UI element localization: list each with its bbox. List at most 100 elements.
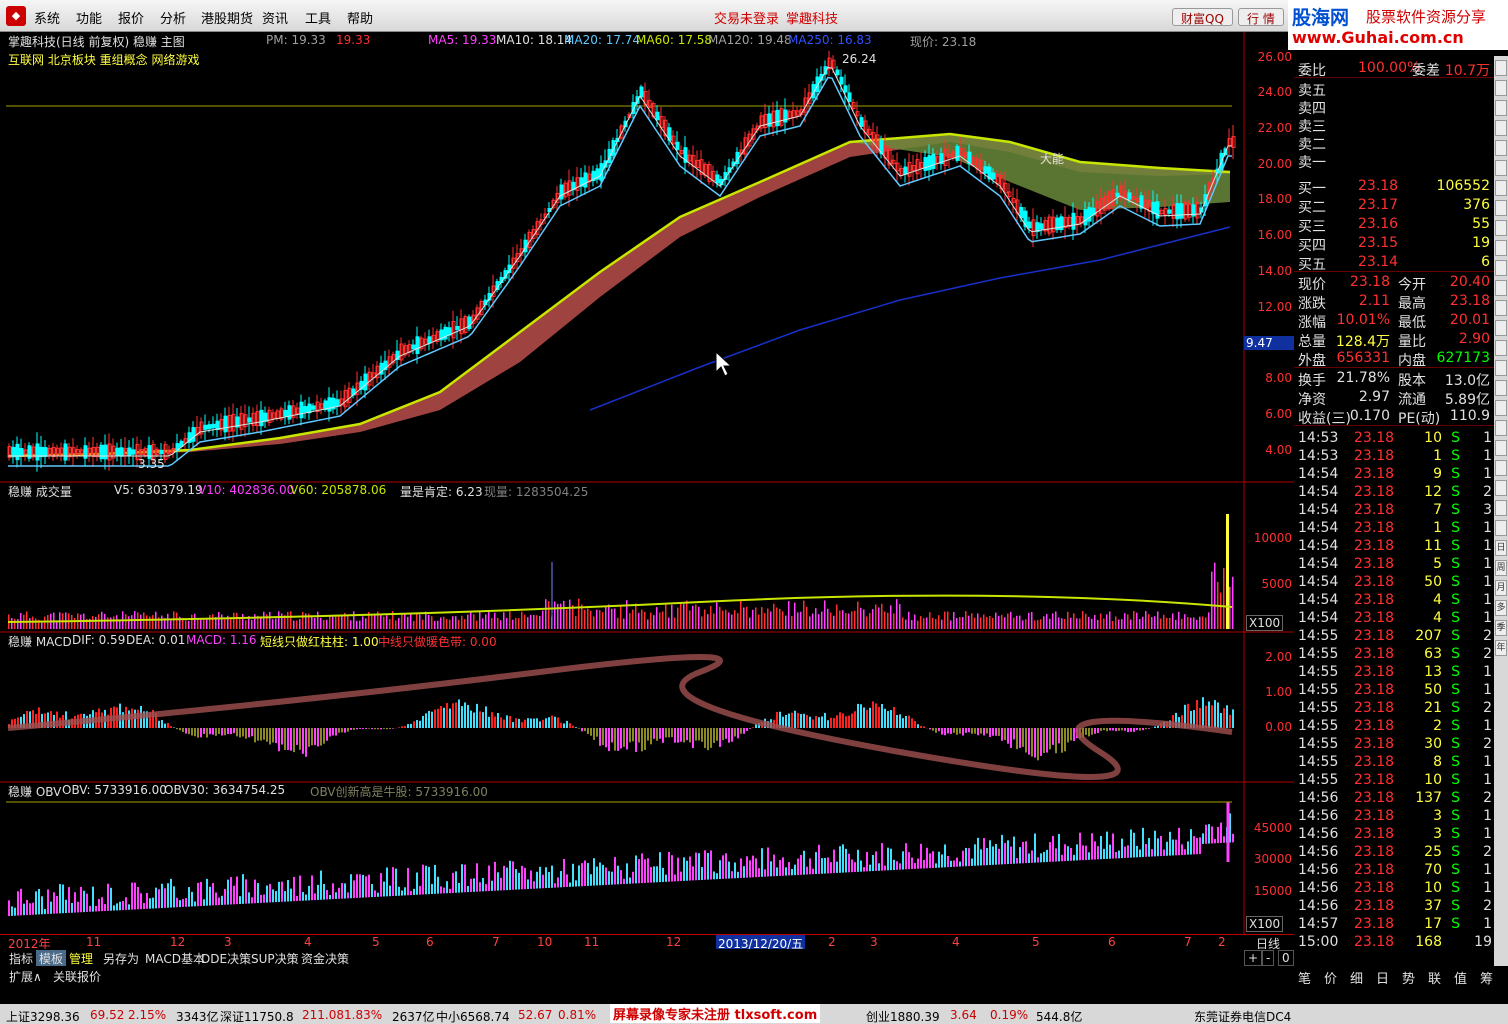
tick-price: 23.18 [1354,790,1395,806]
tab-indicator[interactable]: 指标 [6,950,36,967]
zx-index[interactable]: 中小6568.74 [436,1008,510,1024]
macd-bar [194,728,196,737]
tab-linked-quote[interactable]: 关联报价 [50,968,104,985]
volume-bar [788,601,790,629]
chart-area[interactable]: 掌趣科技(日线 前复权) 稳赚 主图 PM: 19.33 19.33 MA5: … [0,32,1294,950]
zoom-in-button[interactable]: + [1244,950,1263,966]
menu-function[interactable]: 功能 [76,8,102,27]
obv-bar [23,903,25,916]
obv-bar [737,871,739,879]
side-tool-icon[interactable] [1495,100,1507,116]
y-tick-label: 6.00 [1265,407,1292,421]
tab-manage[interactable]: 管理 [66,950,96,967]
quote-tab[interactable]: 日 [1376,968,1389,987]
menu-quote[interactable]: 报价 [118,8,144,27]
menu-news[interactable]: 资讯 [262,8,288,27]
side-tool-icon[interactable]: 多 [1495,600,1507,616]
concept-tags[interactable]: 互联网 北京板块 重组概念 网络游戏 [8,51,199,68]
obv-bar [200,881,202,907]
volume-bar [854,610,856,629]
sh-index[interactable]: 上证3298.36 [6,1008,80,1024]
menu-tools[interactable]: 工具 [305,8,331,27]
obv-bar [413,888,415,895]
side-tool-icon[interactable] [1495,220,1507,236]
macd-bar [806,714,808,728]
macd-bar [449,708,451,728]
tick-price: 23.18 [1354,808,1395,824]
quote-tab[interactable]: 筹 [1480,968,1493,987]
zoom-reset-button[interactable]: 0 [1278,950,1294,966]
side-tool-icon[interactable] [1495,320,1507,336]
obv-bar [1109,844,1111,859]
quote-tab[interactable]: 细 [1350,968,1363,987]
side-tool-icon[interactable] [1495,260,1507,276]
wealth-qq-button[interactable]: 财富QQ [1172,8,1233,26]
side-tool-icon[interactable]: 日 [1495,540,1507,556]
quote-tab[interactable]: 值 [1454,968,1467,987]
tab-dde[interactable]: DDE决策 [198,950,254,967]
side-tool-icon[interactable] [1495,500,1507,516]
quote-button[interactable]: 行 情 [1238,8,1284,26]
side-tool-icon[interactable] [1495,460,1507,476]
tab-capital[interactable]: 资金决策 [298,950,352,967]
menu-hk-futures[interactable]: 港股期货 [201,8,253,27]
zoom-out-button[interactable]: - [1262,950,1275,966]
bid-volume: 106552 [1436,178,1490,194]
side-tool-icon[interactable] [1495,80,1507,96]
menu-analysis[interactable]: 分析 [160,8,186,27]
side-tool-icon[interactable] [1495,140,1507,156]
side-tool-icon[interactable] [1495,200,1507,216]
tab-save-as[interactable]: 另存为 [100,950,142,967]
quote-tab[interactable]: 价 [1324,968,1337,987]
side-tool-icon[interactable] [1495,120,1507,136]
side-tool-icon[interactable]: 年 [1495,640,1507,656]
x-tick-label: 3 [224,935,232,949]
trade-login-status[interactable]: 交易未登录 [714,8,779,27]
side-tool-icon[interactable] [1495,280,1507,296]
side-tool-icon[interactable] [1495,480,1507,496]
cy-index[interactable]: 创业1880.39 [866,1008,940,1024]
quote-tab[interactable]: 笔 [1298,968,1311,987]
side-tool-icon[interactable] [1495,240,1507,256]
menu-system[interactable]: 系统 [34,8,60,27]
side-tool-icon[interactable] [1495,380,1507,396]
sz-index[interactable]: 深证11750.8 [220,1008,294,1024]
macd-bar [1124,728,1126,731]
tick-side: S [1451,718,1460,734]
tick-time: 14:54 [1298,502,1339,518]
side-tool-icon[interactable]: 季 [1495,620,1507,636]
tab-sup[interactable]: SUP决策 [248,950,302,967]
side-tool-icon[interactable]: 周 [1495,560,1507,576]
tick-side: S [1451,898,1460,914]
tab-template[interactable]: 模板 [36,950,67,967]
obv-bar [497,872,499,891]
side-tool-icon[interactable] [1495,180,1507,196]
macd-bar [725,728,727,739]
volume-bar [959,616,961,629]
side-tool-icon[interactable] [1495,520,1507,536]
fund-value: 5.89亿 [1444,392,1490,408]
side-tool-icon[interactable] [1495,440,1507,456]
volume-bar [548,601,550,629]
side-tool-icon[interactable] [1495,160,1507,176]
side-tool-icon[interactable] [1495,360,1507,376]
quote-tab[interactable]: 势 [1402,968,1415,987]
side-tool-icon[interactable] [1495,340,1507,356]
macd-bar [359,728,361,729]
obv-bar [398,886,400,896]
obv-bar [338,887,340,899]
volume-bar [971,613,973,629]
tab-expand[interactable]: 扩展∧ [6,968,45,985]
macd-bar [917,724,919,728]
quote-tab[interactable]: 联 [1428,968,1441,987]
side-tool-icon[interactable] [1495,420,1507,436]
side-tool-icon[interactable]: 月 [1495,580,1507,596]
broker-connection[interactable]: 东莞证券电信DC4 [1194,1008,1291,1024]
side-tool-icon[interactable] [1495,400,1507,416]
side-tool-icon[interactable] [1495,300,1507,316]
macd-bar [914,720,916,728]
macd-bar [827,720,829,728]
side-tool-icon[interactable] [1495,60,1507,76]
obv-bar [890,848,892,871]
menu-help[interactable]: 帮助 [347,8,373,27]
